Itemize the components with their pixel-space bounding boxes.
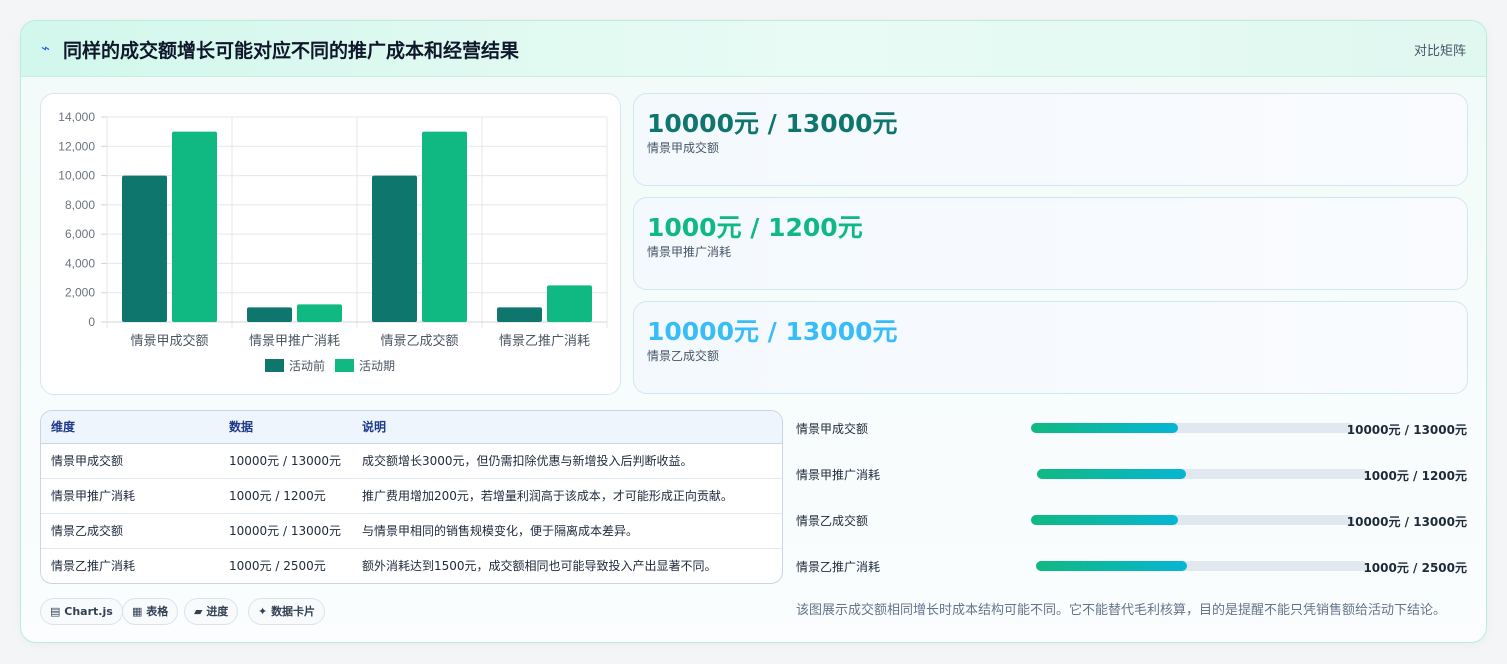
- x-tick-label: 情景乙推广消耗: [499, 334, 590, 349]
- table-cell: 与情景甲相同的销售规模变化，便于隔离成本差异。: [362, 524, 639, 538]
- bar: [422, 131, 467, 322]
- progress-label: 情景乙推广消耗: [796, 560, 881, 574]
- progress-label: 情景甲成交额: [796, 422, 869, 436]
- progress-value: 10000元 / 13000元: [1346, 515, 1467, 529]
- bar: [122, 175, 167, 322]
- table-row: 情景乙成交额 10000元 / 13000元 与情景甲相同的销售规模变化，便于隔…: [41, 514, 782, 549]
- x-tick-label: 情景甲成交额: [130, 333, 208, 349]
- table-cell: 1000元 / 2500元: [229, 559, 326, 573]
- progress-label: 情景乙成交额: [796, 514, 869, 528]
- matrix-tag: 对比矩阵: [1413, 44, 1466, 59]
- pill-label: 表格: [146, 605, 169, 618]
- progress-track: [1031, 423, 1354, 433]
- y-tick-label: 10,000: [58, 169, 95, 183]
- tag-progress: ▰ 进度: [184, 598, 239, 625]
- tag-data-card: ✦ 数据卡片: [248, 598, 326, 625]
- progress-track: [1036, 561, 1367, 571]
- table-cell: 额外消耗达到1500元，成交额相同也可能导致投入产出显著不同。: [362, 559, 717, 573]
- y-tick-label: 14,000: [58, 110, 95, 124]
- table-cell: 成交额增长3000元，但仍需扣除优惠与新增投入后判断收益。: [362, 454, 693, 468]
- card-header: ⌁ 同样的成交额增长可能对应不同的推广成本和经营结果 对比矩阵: [21, 21, 1486, 77]
- table-row: 情景甲成交额 10000元 / 13000元 成交额增长3000元，但仍需扣除优…: [41, 444, 782, 479]
- legend-label: 活动期: [359, 359, 395, 373]
- column-header: 说明: [362, 420, 387, 434]
- table-cell: 推广费用增加200元，若增量利润高于该成本，才可能形成正向贡献。: [362, 489, 733, 503]
- table-icon: ▦: [132, 605, 143, 618]
- progress-track: [1037, 469, 1369, 479]
- y-tick-label: 12,000: [58, 139, 95, 153]
- table-cell: 情景乙推广消耗: [51, 559, 136, 573]
- pill-label: 进度: [206, 605, 229, 618]
- card-title: 同样的成交额增长可能对应不同的推广成本和经营结果: [63, 40, 520, 62]
- bar: [247, 307, 292, 322]
- stat-card: 10000元 / 13000元 情景甲成交额: [633, 93, 1468, 186]
- progress-fill: [1031, 423, 1178, 433]
- column-header: 数据: [229, 420, 254, 434]
- table-cell: 10000元 / 13000元: [229, 524, 342, 538]
- data-table: 维度 数据 说明 情景甲成交额 10000元 / 13000元 成交额增长300…: [40, 410, 783, 584]
- bar: [497, 307, 542, 322]
- pill-label: 数据卡片: [271, 605, 316, 618]
- y-tick-label: 4,000: [65, 256, 95, 270]
- bar: [172, 131, 217, 322]
- progress-fill: [1036, 561, 1187, 571]
- x-tick-label: 情景乙成交额: [380, 333, 458, 349]
- progress-value: 1000元 / 2500元: [1363, 561, 1467, 575]
- stat-card: 10000元 / 13000元 情景乙成交额: [633, 301, 1468, 394]
- progress-fill: [1037, 469, 1187, 479]
- sparkle-icon: ✦: [258, 605, 268, 618]
- bar: [297, 304, 342, 322]
- table-cell: 1000元 / 1200元: [229, 489, 326, 503]
- y-tick-label: 0: [88, 315, 95, 329]
- table-cell: 情景甲成交额: [51, 454, 124, 468]
- bar-chart-svg: 0 2,000 4,000 6,000 8,000 10,000 12,000 14,000 情…: [58, 110, 608, 373]
- progress-fill: [1031, 515, 1178, 525]
- stat-value: 10000元 / 13000元: [647, 109, 898, 138]
- table-header: 维度 数据 说明: [41, 411, 782, 444]
- table-row: 情景甲推广消耗 1000元 / 1200元 推广费用增加200元，若增量利润高于…: [41, 479, 782, 514]
- stat-label: 情景甲成交额: [647, 141, 720, 155]
- stat-label: 情景甲推广消耗: [647, 245, 732, 259]
- y-tick-label: 6,000: [65, 227, 95, 241]
- y-tick-label: 8,000: [65, 198, 95, 212]
- legend-label: 活动前: [289, 358, 325, 373]
- bar: [372, 175, 417, 322]
- stat-label: 情景乙成交额: [647, 349, 720, 363]
- table-cell: 情景甲推广消耗: [51, 489, 136, 503]
- chart-icon: ▤: [50, 605, 61, 618]
- progress-icon: ▰: [194, 605, 203, 618]
- tag-chartjs: ▤ Chart.js: [40, 598, 123, 625]
- tag-table: ▦ 表格: [122, 598, 179, 625]
- stat-value: 1000元 / 1200元: [647, 213, 863, 242]
- pill-label: Chart.js: [64, 605, 113, 618]
- progress-value: 1000元 / 1200元: [1363, 469, 1467, 483]
- x-tick-label: 情景甲推广消耗: [249, 334, 340, 349]
- bar-chart: 0 2,000 4,000 6,000 8,000 10,000 12,000 14,000 情…: [40, 93, 621, 395]
- column-header: 维度: [51, 420, 76, 434]
- table-row: 情景乙推广消耗 1000元 / 2500元 额外消耗达到1500元，成交额相同也…: [41, 549, 782, 583]
- legend-swatch: [265, 359, 284, 372]
- stat-card: 1000元 / 1200元 情景甲推广消耗: [633, 197, 1468, 290]
- comparison-card: ⌁ 同样的成交额增长可能对应不同的推广成本和经营结果 对比矩阵 0 2,000 4,…: [20, 20, 1487, 643]
- legend-swatch: [335, 359, 354, 372]
- table-cell: 情景乙成交额: [51, 524, 124, 538]
- y-tick-label: 2,000: [65, 286, 95, 300]
- footnote: 该图展示成交额相同增长时成本结构可能不同。它不能替代毛利核算，目的是提醒不能只凭…: [796, 603, 1447, 618]
- chart-line-icon: ⌁: [41, 39, 51, 57]
- bar: [547, 285, 592, 322]
- table-cell: 10000元 / 13000元: [229, 454, 342, 468]
- progress-track: [1031, 515, 1354, 525]
- progress-label: 情景甲推广消耗: [796, 468, 881, 482]
- progress-value: 10000元 / 13000元: [1346, 423, 1467, 437]
- stat-value: 10000元 / 13000元: [647, 317, 898, 346]
